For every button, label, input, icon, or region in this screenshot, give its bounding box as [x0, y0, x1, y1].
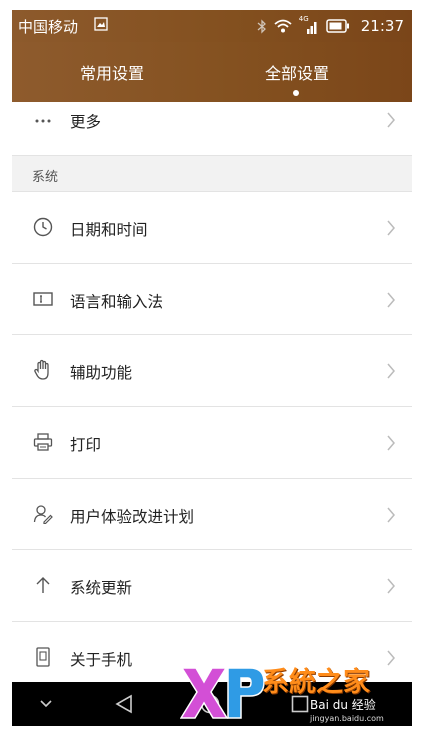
arrow-up-icon	[32, 574, 54, 596]
chevron-right-icon	[387, 363, 395, 379]
list-item-label: 日期和时间	[70, 221, 148, 239]
recents-icon[interactable]	[288, 692, 312, 716]
list-item-language-input[interactable]: 语言和输入法	[12, 264, 412, 335]
active-tab-indicator	[293, 90, 299, 96]
clock-icon	[32, 216, 54, 238]
status-bar: 中国移动 4G 21:37	[12, 10, 412, 42]
list-item-accessibility[interactable]: 辅助功能	[12, 335, 412, 407]
printer-icon	[32, 431, 54, 453]
phone-screen: 中国移动 4G 21:37 常用设置 全部设置 更多 系统 日期和时间 语言和输…	[12, 10, 412, 726]
back-icon[interactable]	[112, 692, 136, 716]
clock: 21:37	[360, 17, 404, 35]
section-title: 系统	[32, 170, 59, 185]
list-item-about-phone[interactable]: 关于手机	[12, 622, 412, 682]
list-item-system-update[interactable]: 系统更新	[12, 550, 412, 622]
list-item-label: 语言和输入法	[70, 293, 164, 311]
signal-icon: 4G	[299, 15, 319, 35]
hand-icon	[32, 359, 54, 381]
chevron-right-icon	[387, 650, 395, 666]
bluetooth-icon	[257, 18, 266, 34]
tab-bar: 常用设置 全部设置	[12, 42, 412, 102]
chevron-right-icon	[387, 112, 395, 128]
list-item-more[interactable]: 更多	[12, 102, 412, 156]
chevron-right-icon	[387, 578, 395, 594]
keyboard-icon	[32, 288, 54, 310]
image-icon	[94, 17, 108, 31]
list-item-label: 辅助功能	[70, 364, 133, 382]
tab-common-settings[interactable]: 常用设置	[12, 42, 212, 102]
list-item-label: 更多	[70, 113, 102, 131]
carrier-name: 中国移动	[18, 18, 79, 36]
nav-down-icon[interactable]	[34, 692, 58, 716]
list-item-print[interactable]: 打印	[12, 407, 412, 479]
list-item-user-experience[interactable]: 用户体验改进计划	[12, 479, 412, 550]
more-dots-icon	[32, 110, 54, 132]
list-item-label: 用户体验改进计划	[70, 508, 195, 526]
navigation-bar	[12, 682, 412, 726]
list-item-label: 打印	[70, 436, 102, 454]
chevron-right-icon	[387, 435, 395, 451]
section-header-system: 系统	[12, 156, 412, 192]
chevron-right-icon	[387, 507, 395, 523]
wifi-icon	[274, 19, 292, 33]
battery-icon	[326, 19, 349, 33]
user-edit-icon	[32, 503, 54, 525]
chevron-right-icon	[387, 292, 395, 308]
list-item-label: 系统更新	[70, 579, 133, 597]
home-icon[interactable]	[198, 692, 222, 716]
list-item-label: 关于手机	[70, 651, 133, 669]
chevron-right-icon	[387, 220, 395, 236]
list-item-date-time[interactable]: 日期和时间	[12, 192, 412, 264]
phone-icon	[32, 646, 54, 668]
